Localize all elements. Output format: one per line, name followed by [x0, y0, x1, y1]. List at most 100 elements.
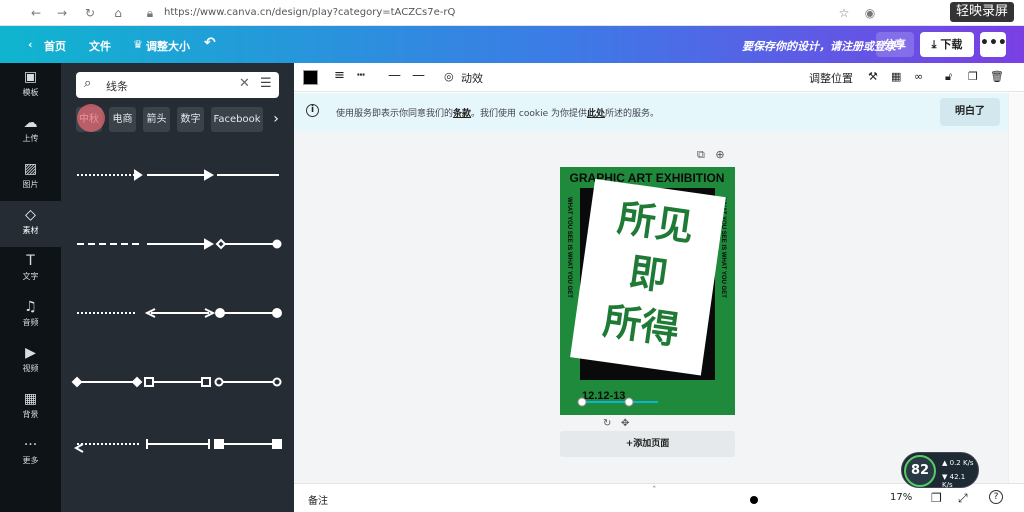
line-dotted-arrow[interactable] [77, 169, 143, 181]
line-solid-arrow[interactable] [147, 169, 215, 181]
address-bar[interactable]: https://www.canva.cn/design/play?categor… [164, 7, 455, 18]
animate-button[interactable]: 动效 [461, 70, 483, 86]
line-arrow-dotted[interactable] [73, 443, 139, 453]
link-icon[interactable]: ∞ [914, 70, 923, 83]
line-solid-arrow-2[interactable] [147, 238, 215, 250]
rail-item-1[interactable]: ☁ 上传 [0, 109, 61, 155]
poster-date[interactable]: 12.12-13 [582, 390, 625, 402]
here-link[interactable]: 此处 [587, 109, 605, 119]
undo-icon[interactable]: ↶ [204, 35, 216, 51]
rail-item-6[interactable]: ▶ 视频 [0, 339, 61, 385]
scrollbar[interactable] [1008, 93, 1024, 483]
line-diamond-circle[interactable] [215, 238, 282, 250]
fullscreen-icon[interactable]: ⤢ [958, 491, 968, 506]
position-button[interactable]: 调整位置 [809, 70, 853, 86]
download-button[interactable]: ⤓ 下载 [920, 32, 974, 57]
reload-icon[interactable]: ↻ [82, 5, 98, 21]
animate-icon[interactable]: ◎ [444, 70, 454, 83]
download-speed: ▼ 42.1 K/s [942, 473, 966, 489]
line-weight-icon[interactable]: ≡ [334, 68, 345, 83]
trash-icon[interactable]: 🗑︎ [990, 70, 1004, 83]
back-chevron-icon[interactable]: ‹ [28, 38, 33, 51]
chip-4[interactable]: Facebook [211, 107, 263, 132]
line-double-arrow[interactable] [144, 308, 216, 318]
upload-icon: ☁ [23, 115, 38, 131]
chevron-up-icon[interactable]: ˆ [652, 486, 657, 496]
star-icon[interactable]: ☆ [836, 5, 852, 21]
line-elements-grid[interactable] [71, 153, 286, 453]
rotate-icon[interactable]: ↻ [603, 418, 611, 429]
resize-button[interactable]: 调整大小 [146, 38, 190, 54]
duplicate-icon[interactable]: ❐ [968, 70, 978, 83]
notes-button[interactable]: 备注 [308, 492, 328, 507]
browser-bar: ← → ↻ ⌂ 🔒︎ https://www.canva.cn/design/p… [0, 0, 1024, 26]
chip-1[interactable]: 电商 [109, 107, 136, 132]
home-icon[interactable]: ⌂ [110, 5, 126, 21]
transparency-icon[interactable]: ▦ [891, 70, 901, 83]
forward-icon[interactable]: → [54, 5, 70, 21]
pages-icon[interactable]: ❐ [931, 491, 942, 505]
file-menu[interactable]: 文件 [89, 38, 111, 54]
more-button[interactable]: ••• [980, 32, 1007, 57]
rail-item-5[interactable]: ♫ 音频 [0, 293, 61, 339]
chip-3[interactable]: 数字 [177, 107, 204, 132]
elements-panel: ⌕ 线条 ✕ ☰ 中秋电商箭头数字Facebook › [61, 63, 294, 512]
home-button[interactable]: 首页 [44, 38, 66, 54]
page-actions: ⧉ ⊕ [697, 148, 725, 162]
line-square-filled-ends[interactable] [214, 439, 282, 449]
line-end-handle[interactable] [624, 397, 634, 407]
rail-item-0[interactable]: ▣ 模板 [0, 63, 61, 109]
share-button[interactable]: 分享 [876, 32, 914, 57]
video-icon: ▶ [25, 345, 36, 361]
line-circle-ends[interactable] [214, 377, 282, 387]
clear-icon[interactable]: ✕ [239, 76, 250, 91]
chevron-right-icon[interactable]: › [268, 107, 284, 132]
rail-item-2[interactable]: ▨ 图片 [0, 155, 61, 201]
terms-link[interactable]: 条款 [453, 109, 471, 119]
line-dot-ends[interactable] [215, 308, 282, 318]
selection-controls: ↻ ✥ [603, 418, 629, 429]
add-page-icon[interactable]: ⊕ [715, 148, 724, 161]
line-start-icon[interactable]: — [388, 68, 401, 83]
zoom-slider-knob[interactable] [750, 496, 758, 504]
rail-item-4[interactable]: T 文字 [0, 247, 61, 293]
rail-item-8[interactable]: ··· 更多 [0, 431, 61, 477]
crown-icon: ♛ [133, 38, 143, 51]
template-icon: ▣ [23, 69, 38, 85]
line-style-icon[interactable]: ┅ [357, 68, 365, 83]
zoom-level[interactable]: 17% [890, 492, 912, 503]
element-toolbar: ≡ ┅ — — ◎ 动效 调整位置 ⚒ ▦ ∞ 🔓︎ ❐ 🗑︎ [294, 63, 1024, 92]
poster[interactable]: GRAPHIC ART EXHIBITION WHAT YOU SEE IS W… [560, 167, 735, 415]
line-bar-ends[interactable] [146, 439, 210, 449]
poster-title[interactable]: GRAPHIC ART EXHIBITION [570, 171, 725, 185]
line-diamond-ends[interactable] [71, 376, 143, 388]
line-square-ends[interactable] [144, 377, 211, 387]
got-it-button[interactable]: 明白了 [940, 98, 1000, 126]
search-box[interactable]: ⌕ 线条 ✕ ☰ [76, 72, 279, 98]
back-icon[interactable]: ← [28, 5, 44, 21]
filter-icon[interactable]: ☰ [260, 76, 272, 91]
lock-element-icon[interactable]: 🔓︎ [945, 70, 952, 84]
signup-promo[interactable]: 要保存你的设计，请注册或登录 [742, 38, 896, 54]
cpu-percent: 82 [904, 455, 936, 487]
download-unit: K/s [942, 481, 953, 489]
rail-label: 模板 [22, 88, 39, 97]
paint-roller-icon[interactable]: ⚒ [868, 70, 878, 83]
rail-item-7[interactable]: ▦ 背景 [0, 385, 61, 431]
add-page-button[interactable]: +添加页面 [560, 431, 735, 457]
account-icon[interactable]: ◉ [862, 5, 878, 21]
cookie-text-b: 。我们使用 cookie 为你提供 [471, 109, 587, 119]
rail-item-3[interactable]: ◇ 素材 [0, 201, 61, 247]
copy-page-icon[interactable]: ⧉ [697, 148, 705, 161]
rail-label: 文字 [22, 272, 39, 281]
search-input[interactable]: 线条 [106, 78, 128, 94]
move-icon[interactable]: ✥ [621, 418, 629, 429]
color-swatch[interactable] [303, 70, 318, 85]
line-start-handle[interactable] [577, 397, 587, 407]
rail-label: 音频 [22, 318, 39, 327]
line-end-icon[interactable]: — [412, 68, 425, 83]
poster-card[interactable]: 所见 即 所得 [570, 178, 726, 376]
help-icon[interactable]: ? [989, 490, 1003, 504]
chip-2[interactable]: 箭头 [143, 107, 170, 132]
left-rail: ▣ 模板 ☁ 上传 ▨ 图片 ◇ 素材 T 文字 ♫ 音频 ▶ 视频 ▦ 背景 ··· 更多 [0, 63, 61, 512]
